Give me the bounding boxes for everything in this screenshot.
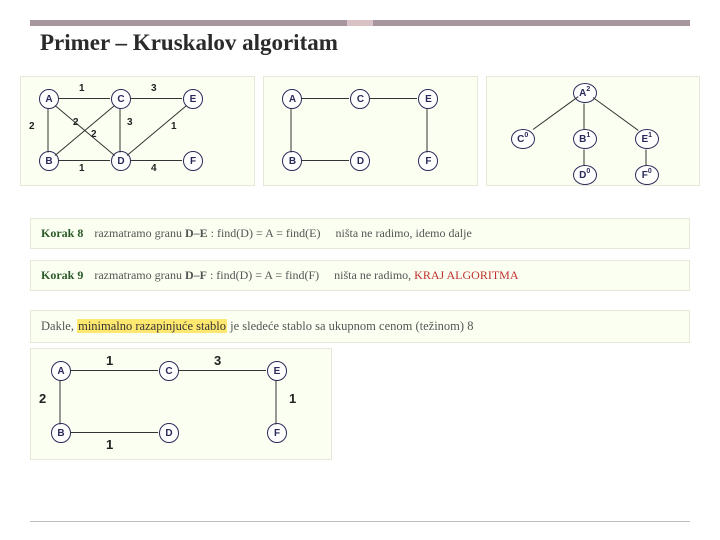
edge <box>130 160 182 161</box>
edge <box>178 370 266 371</box>
edge <box>276 381 277 425</box>
node-B: B <box>51 423 71 443</box>
weight: 2 <box>73 117 79 128</box>
end-label: KRAJ ALGORITMA <box>414 268 518 282</box>
edge <box>427 109 428 153</box>
node-C: C <box>159 361 179 381</box>
node-C: C0 <box>511 129 535 149</box>
weight: 3 <box>127 117 133 128</box>
step-label: Korak 9 <box>41 268 83 282</box>
edge <box>301 98 349 99</box>
step-8: Korak 8 razmatramo granu D–E : find(D) =… <box>30 218 690 249</box>
node-F: F <box>267 423 287 443</box>
weight: 1 <box>79 163 85 174</box>
weight: 1 <box>289 391 296 406</box>
node-C: C <box>350 89 370 109</box>
footer-rule <box>30 521 690 522</box>
weight: 2 <box>39 391 46 406</box>
weight: 4 <box>151 163 157 174</box>
edge <box>60 381 61 425</box>
edge <box>48 109 49 153</box>
node-F: F0 <box>635 165 659 185</box>
node-E: E <box>418 89 438 109</box>
edge <box>130 98 182 99</box>
edge <box>58 160 110 161</box>
edge <box>70 432 158 433</box>
edge <box>369 98 417 99</box>
edge <box>583 150 584 166</box>
highlight: minimalno razapinjuće stablo <box>77 319 227 333</box>
weight: 1 <box>79 83 85 94</box>
node-D: D0 <box>573 165 597 185</box>
edge <box>70 370 158 371</box>
weight: 1 <box>106 353 113 368</box>
weight: 3 <box>214 353 221 368</box>
edge <box>291 109 292 153</box>
node-E: E <box>267 361 287 381</box>
weight: 2 <box>91 129 97 140</box>
result-box: Dakle, minimalno razapinjuće stablo je s… <box>30 310 690 343</box>
edge <box>645 150 646 166</box>
node-B: B <box>282 151 302 171</box>
step-9: Korak 9 razmatramo granu D–F : find(D) =… <box>30 260 690 291</box>
graph-final-mst: A B C D E F 1 3 2 1 1 <box>30 348 332 460</box>
page-title: Primer – Kruskalov algoritam <box>40 30 338 56</box>
graph-mst: A B C D E F <box>263 76 477 186</box>
node-A: A <box>51 361 71 381</box>
edge <box>532 96 578 130</box>
step-label: Korak 8 <box>41 226 83 240</box>
node-D: D <box>350 151 370 171</box>
edge <box>120 109 121 153</box>
node-B: B1 <box>573 129 597 149</box>
weight: 3 <box>151 83 157 94</box>
node-A: A2 <box>573 83 597 103</box>
edge <box>58 98 110 99</box>
node-D: D <box>159 423 179 443</box>
node-F: F <box>183 151 203 171</box>
weight: 1 <box>171 121 177 132</box>
node-F: F <box>418 151 438 171</box>
weight: 1 <box>106 437 113 452</box>
header-rule <box>30 20 690 26</box>
edge <box>583 104 584 130</box>
edge <box>592 97 638 131</box>
node-A: A <box>282 89 302 109</box>
weight: 2 <box>29 121 35 132</box>
edge <box>127 105 187 156</box>
node-E: E1 <box>635 129 659 149</box>
graph-unionfind: A2 C0 B1 E1 D0 F0 <box>486 76 700 186</box>
edge <box>301 160 349 161</box>
graph-row: A B C D E F 1 2 2 2 1 3 3 1 4 A B C D E … <box>20 76 700 186</box>
graph-input: A B C D E F 1 2 2 2 1 3 3 1 4 <box>20 76 255 186</box>
